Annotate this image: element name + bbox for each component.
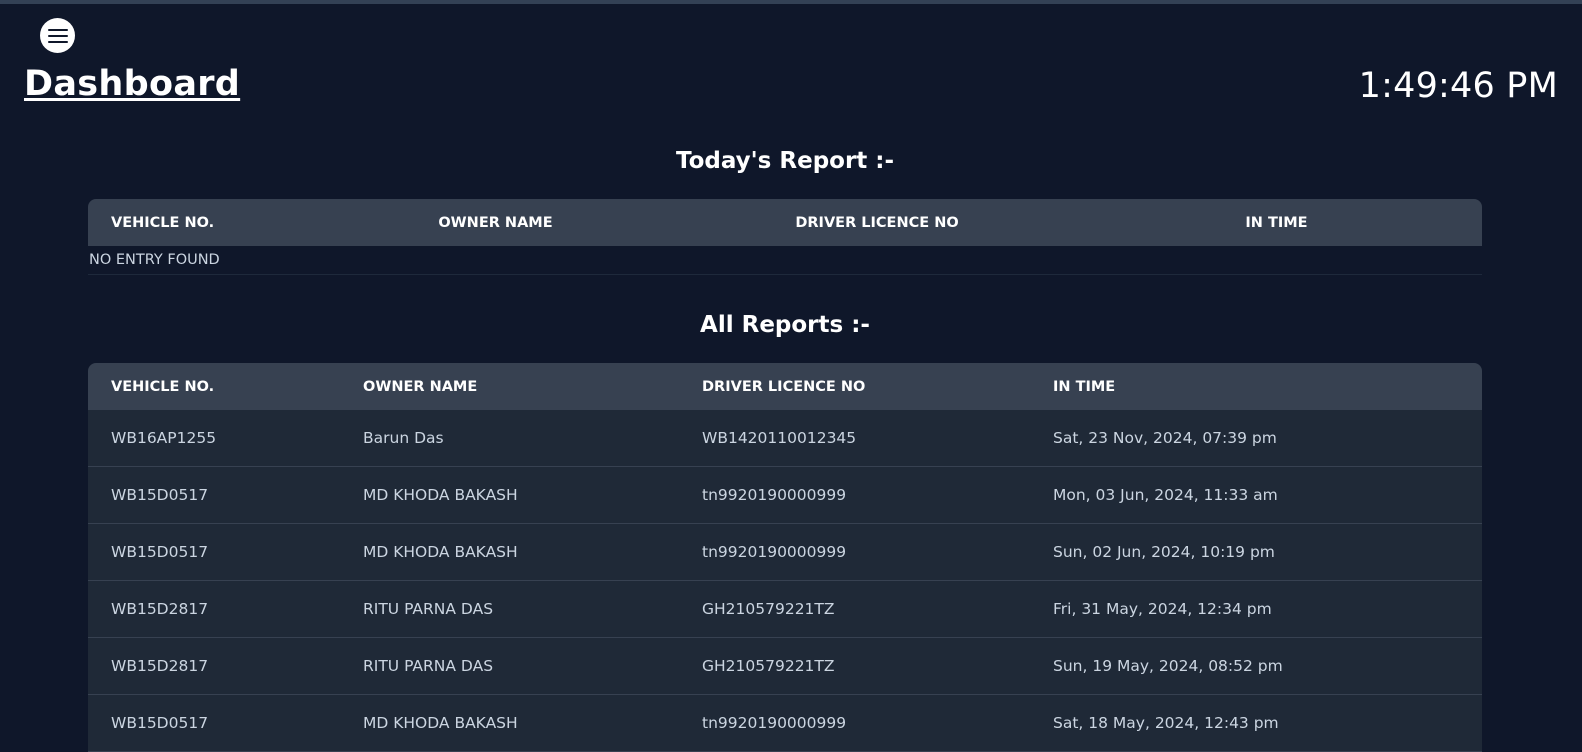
cell-driver-licence-no: tn9920190000999: [679, 523, 1030, 581]
top-border: [0, 0, 1582, 4]
cell-vehicle-no: WB15D0517: [88, 466, 340, 524]
cell-driver-licence-no: tn9920190000999: [679, 466, 1030, 524]
table-row[interactable]: WB15D0517 MD KHODA BAKASH tn992019000099…: [88, 694, 1482, 752]
cell-owner-name: RITU PARNA DAS: [340, 637, 679, 695]
column-header-vehicle-no: VEHICLE NO.: [88, 363, 340, 410]
table-row[interactable]: WB15D2817 RITU PARNA DAS GH210579221TZ S…: [88, 637, 1482, 695]
cell-vehicle-no: WB15D0517: [88, 694, 340, 752]
menu-button[interactable]: [40, 18, 75, 53]
cell-in-time: Mon, 03 Jun, 2024, 11:33 am: [1030, 466, 1482, 524]
column-header-in-time: IN TIME: [1030, 363, 1482, 410]
column-header-driver-licence-no: DRIVER LICENCE NO: [679, 363, 1030, 410]
column-header-vehicle-no: VEHICLE NO.: [88, 199, 308, 246]
table-row[interactable]: WB16AP1255 Barun Das WB1420110012345 Sat…: [88, 410, 1482, 467]
cell-owner-name: RITU PARNA DAS: [340, 580, 679, 638]
cell-in-time: Fri, 31 May, 2024, 12:34 pm: [1030, 580, 1482, 638]
no-entry-message: NO ENTRY FOUND: [88, 246, 1482, 275]
todays-report-table: VEHICLE NO. OWNER NAME DRIVER LICENCE NO…: [88, 199, 1482, 275]
empty-row: NO ENTRY FOUND: [88, 246, 1482, 275]
cell-in-time: Sun, 19 May, 2024, 08:52 pm: [1030, 637, 1482, 695]
clock-display: 1:49:46 PM: [1358, 66, 1558, 106]
table-header-row: VEHICLE NO. OWNER NAME DRIVER LICENCE NO…: [88, 363, 1482, 410]
page-title: Dashboard: [24, 64, 241, 104]
table-row[interactable]: WB15D2817 RITU PARNA DAS GH210579221TZ F…: [88, 580, 1482, 638]
cell-vehicle-no: WB15D2817: [88, 580, 340, 638]
column-header-owner-name: OWNER NAME: [340, 363, 679, 410]
cell-driver-licence-no: GH210579221TZ: [679, 580, 1030, 638]
cell-in-time: Sun, 02 Jun, 2024, 10:19 pm: [1030, 523, 1482, 581]
cell-driver-licence-no: WB1420110012345: [679, 410, 1030, 467]
column-header-owner-name: OWNER NAME: [308, 199, 683, 246]
all-reports-table: VEHICLE NO. OWNER NAME DRIVER LICENCE NO…: [88, 363, 1482, 752]
cell-vehicle-no: WB15D2817: [88, 637, 340, 695]
cell-owner-name: MD KHODA BAKASH: [340, 523, 679, 581]
hamburger-icon: [47, 28, 68, 43]
cell-in-time: Sat, 23 Nov, 2024, 07:39 pm: [1030, 410, 1482, 467]
cell-owner-name: MD KHODA BAKASH: [340, 694, 679, 752]
cell-driver-licence-no: tn9920190000999: [679, 694, 1030, 752]
cell-owner-name: MD KHODA BAKASH: [340, 466, 679, 524]
todays-report-heading: Today's Report :-: [675, 148, 895, 174]
cell-owner-name: Barun Das: [340, 410, 679, 467]
column-header-in-time: IN TIME: [1071, 199, 1482, 246]
cell-driver-licence-no: GH210579221TZ: [679, 637, 1030, 695]
all-reports-heading: All Reports :-: [700, 312, 870, 338]
cell-vehicle-no: WB15D0517: [88, 523, 340, 581]
column-header-driver-licence-no: DRIVER LICENCE NO: [683, 199, 1071, 246]
cell-vehicle-no: WB16AP1255: [88, 410, 340, 467]
table-row[interactable]: WB15D0517 MD KHODA BAKASH tn992019000099…: [88, 523, 1482, 581]
table-header-row: VEHICLE NO. OWNER NAME DRIVER LICENCE NO…: [88, 199, 1482, 246]
table-row[interactable]: WB15D0517 MD KHODA BAKASH tn992019000099…: [88, 466, 1482, 524]
cell-in-time: Sat, 18 May, 2024, 12:43 pm: [1030, 694, 1482, 752]
